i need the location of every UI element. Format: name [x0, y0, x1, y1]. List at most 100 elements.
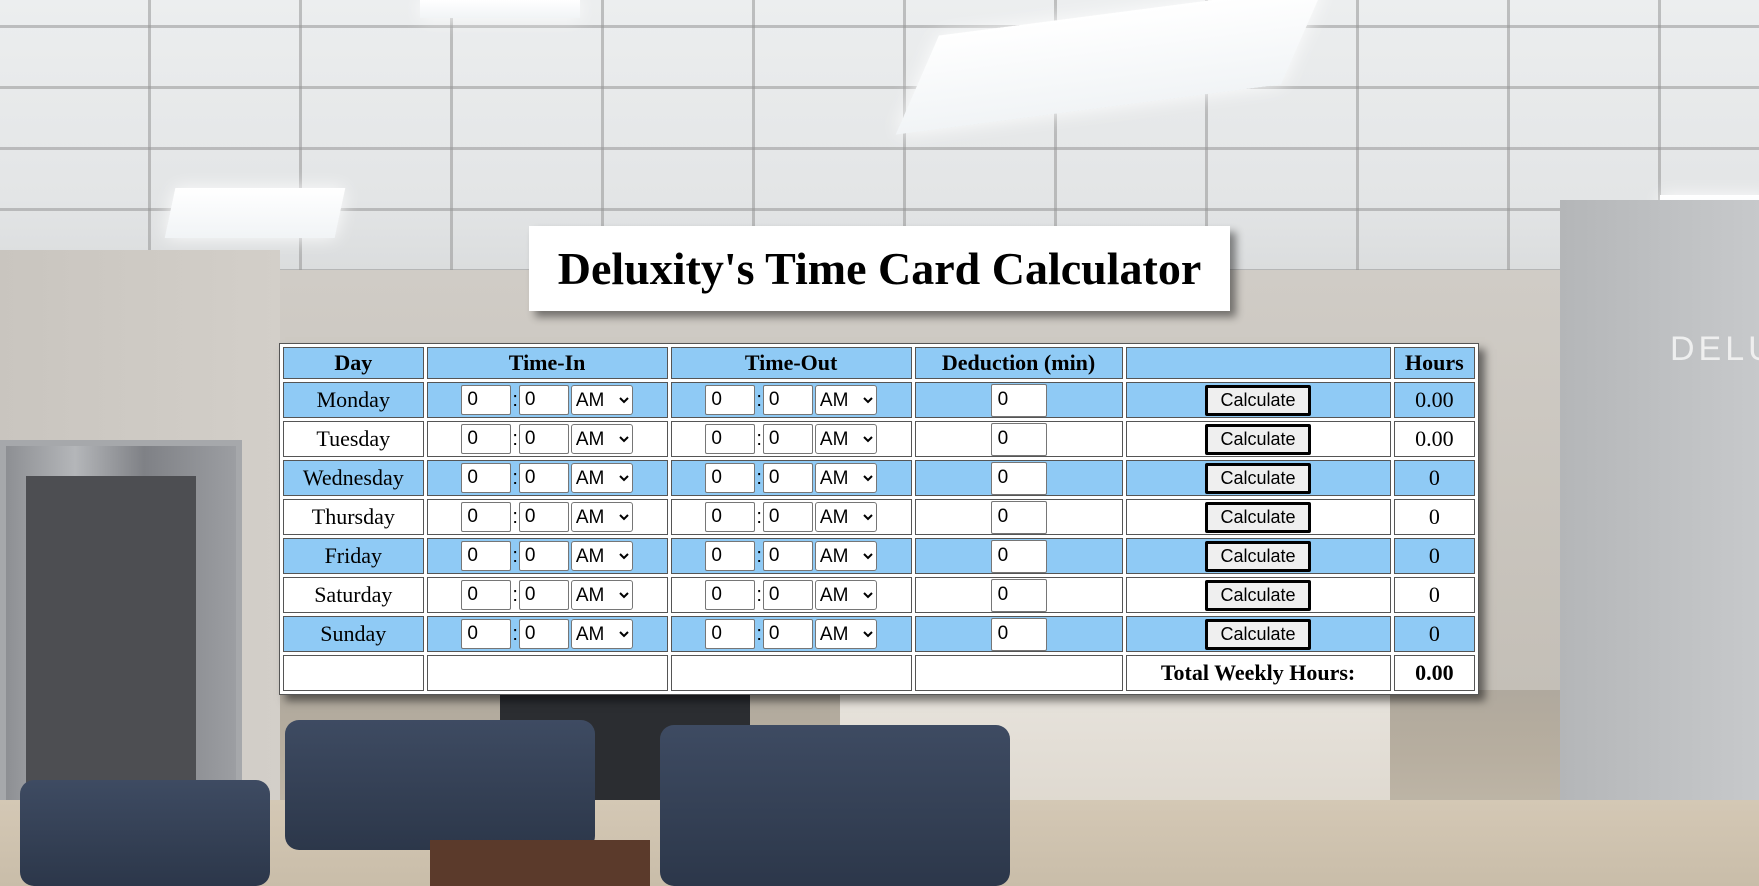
day-row-sunday: Sunday : AMPM : AMPM Calculate 0: [283, 616, 1475, 652]
time-out-hour-input[interactable]: [705, 424, 756, 454]
calculate-button[interactable]: Calculate: [1205, 540, 1312, 572]
time-out-ampm-select[interactable]: AMPM: [814, 502, 877, 532]
header-action: [1125, 347, 1391, 379]
time-out-hour-input[interactable]: [705, 619, 756, 649]
time-in-ampm-select[interactable]: AMPM: [570, 385, 633, 415]
time-in-hour-input[interactable]: [461, 619, 512, 649]
ceiling-light: [164, 188, 346, 238]
total-empty-cell: [914, 655, 1123, 691]
time-in-minute-input[interactable]: [518, 619, 569, 649]
time-out-hour-input[interactable]: [705, 580, 756, 610]
time-in-ampm-select[interactable]: AMPM: [570, 502, 633, 532]
calculate-button[interactable]: Calculate: [1205, 501, 1312, 533]
time-out-hour-input[interactable]: [705, 385, 756, 415]
time-out-ampm-select[interactable]: AMPM: [814, 619, 877, 649]
time-in-ampm-select[interactable]: AMPM: [570, 619, 633, 649]
time-out-minute-input[interactable]: [762, 541, 813, 571]
time-separator: :: [512, 505, 518, 528]
day-label: Tuesday: [283, 421, 424, 457]
time-in-hour-input[interactable]: [461, 424, 512, 454]
deduction-input[interactable]: [990, 539, 1047, 573]
time-in-hour-input[interactable]: [461, 463, 512, 493]
deduction-input[interactable]: [990, 617, 1047, 651]
time-out-cell: : AMPM: [670, 421, 912, 457]
time-in-ampm-select[interactable]: AMPM: [570, 424, 633, 454]
time-card-table-wrapper: Day Time-In Time-Out Deduction (min) Hou…: [279, 343, 1479, 695]
time-out-ampm-select[interactable]: AMPM: [814, 424, 877, 454]
time-in-hour-input[interactable]: [461, 502, 512, 532]
calculate-button[interactable]: Calculate: [1205, 384, 1312, 416]
calculate-button[interactable]: Calculate: [1205, 462, 1312, 494]
header-time-in: Time-In: [426, 347, 668, 379]
day-row-wednesday: Wednesday : AMPM : AMPM Calculate 0: [283, 460, 1475, 496]
time-out-minute-input[interactable]: [762, 424, 813, 454]
time-out-minute-input[interactable]: [762, 580, 813, 610]
time-in-ampm-select[interactable]: AMPM: [570, 580, 633, 610]
time-out-hour-input[interactable]: [705, 502, 756, 532]
time-out-ampm-select[interactable]: AMPM: [814, 580, 877, 610]
time-in-hour-input[interactable]: [461, 385, 512, 415]
time-out-hour-input[interactable]: [705, 541, 756, 571]
day-row-saturday: Saturday : AMPM : AMPM Calculate 0: [283, 577, 1475, 613]
time-in-ampm-select[interactable]: AMPM: [570, 541, 633, 571]
time-out-hour-input[interactable]: [705, 463, 756, 493]
day-row-monday: Monday : AMPM : AMPM Calculate 0.00: [283, 382, 1475, 418]
time-separator: :: [512, 544, 518, 567]
time-in-hour-input[interactable]: [461, 580, 512, 610]
time-separator: :: [512, 466, 518, 489]
elevator-door: [0, 440, 242, 832]
deduction-input[interactable]: [990, 500, 1047, 534]
day-label: Sunday: [283, 616, 424, 652]
coffee-table: [430, 840, 650, 886]
deduction-input[interactable]: [990, 422, 1047, 456]
time-in-minute-input[interactable]: [518, 463, 569, 493]
time-in-minute-input[interactable]: [518, 541, 569, 571]
time-out-cell: : AMPM: [670, 616, 912, 652]
time-out-cell: : AMPM: [670, 460, 912, 496]
day-label: Saturday: [283, 577, 424, 613]
time-out-ampm-select[interactable]: AMPM: [814, 463, 877, 493]
time-in-minute-input[interactable]: [518, 424, 569, 454]
time-in-cell: : AMPM: [426, 421, 668, 457]
time-in-hour-input[interactable]: [461, 541, 512, 571]
total-empty-cell: [426, 655, 668, 691]
deduction-input[interactable]: [990, 461, 1047, 495]
time-separator: :: [756, 505, 762, 528]
time-in-ampm-select[interactable]: AMPM: [570, 463, 633, 493]
time-separator: :: [512, 583, 518, 606]
calculate-button[interactable]: Calculate: [1205, 618, 1312, 650]
time-separator: :: [512, 427, 518, 450]
calculate-cell: Calculate: [1125, 460, 1391, 496]
time-in-minute-input[interactable]: [518, 580, 569, 610]
deduction-cell: [914, 499, 1123, 535]
time-out-ampm-select[interactable]: AMPM: [814, 541, 877, 571]
time-in-cell: : AMPM: [426, 499, 668, 535]
time-in-minute-input[interactable]: [518, 385, 569, 415]
deduction-input[interactable]: [990, 383, 1047, 417]
time-in-cell: : AMPM: [426, 382, 668, 418]
time-in-minute-input[interactable]: [518, 502, 569, 532]
hours-value: 0.00: [1393, 421, 1475, 457]
day-label: Monday: [283, 382, 424, 418]
deduction-cell: [914, 382, 1123, 418]
total-weekly-hours-label: Total Weekly Hours:: [1125, 655, 1391, 691]
time-in-cell: : AMPM: [426, 616, 668, 652]
time-out-minute-input[interactable]: [762, 385, 813, 415]
day-row-tuesday: Tuesday : AMPM : AMPM Calculate 0.00: [283, 421, 1475, 457]
time-out-ampm-select[interactable]: AMPM: [814, 385, 877, 415]
hours-value: 0: [1393, 538, 1475, 574]
calculate-button[interactable]: Calculate: [1205, 423, 1312, 455]
calculate-button[interactable]: Calculate: [1205, 579, 1312, 611]
time-separator: :: [756, 544, 762, 567]
day-label: Friday: [283, 538, 424, 574]
time-separator: :: [756, 466, 762, 489]
deduction-input[interactable]: [990, 578, 1047, 612]
time-out-minute-input[interactable]: [762, 502, 813, 532]
sofa: [285, 720, 595, 850]
time-out-minute-input[interactable]: [762, 619, 813, 649]
calculate-cell: Calculate: [1125, 616, 1391, 652]
store-brand-text: DELU: [1670, 330, 1759, 368]
calculate-cell: Calculate: [1125, 382, 1391, 418]
time-out-minute-input[interactable]: [762, 463, 813, 493]
time-in-cell: : AMPM: [426, 538, 668, 574]
